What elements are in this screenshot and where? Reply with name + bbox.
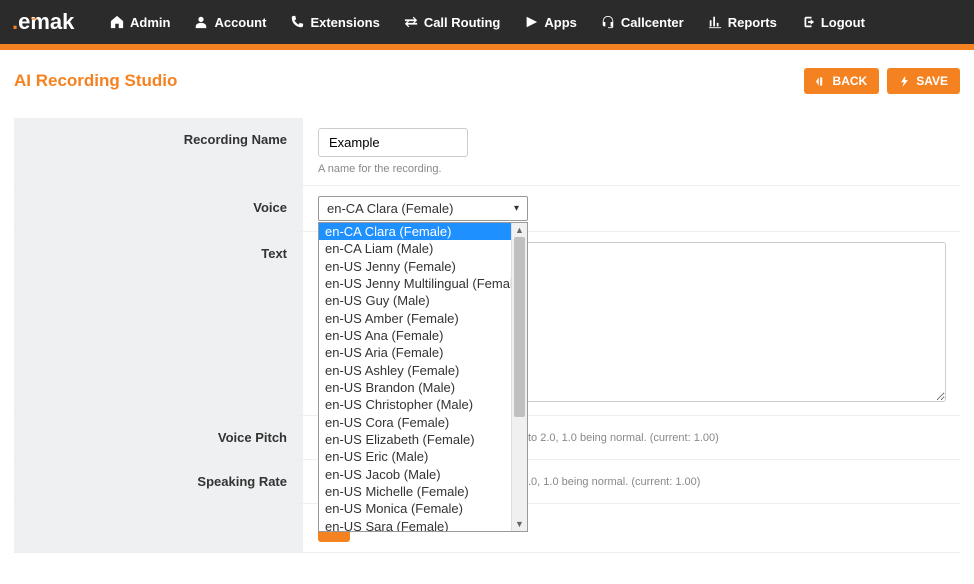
nav-account[interactable]: Account <box>184 9 276 36</box>
voice-option[interactable]: en-US Cora (Female) <box>319 414 511 431</box>
voice-option[interactable]: en-US Sara (Female) <box>319 518 511 531</box>
phone-icon <box>290 15 304 29</box>
voice-selected-value: en-CA Clara (Female) <box>327 201 453 216</box>
user-icon <box>194 15 208 29</box>
nav-logout[interactable]: Logout <box>791 9 875 36</box>
bolt-icon <box>899 76 910 87</box>
top-navbar: .emak ⌣ AdminAccountExtensionsCall Routi… <box>0 0 974 44</box>
voice-option[interactable]: en-US Jenny (Female) <box>319 258 511 275</box>
recording-name-help: A name for the recording. <box>318 163 946 175</box>
speaking-rate-label: Speaking Rate <box>14 460 304 503</box>
page-title: AI Recording Studio <box>14 71 177 91</box>
back-icon <box>816 76 827 87</box>
voice-option[interactable]: en-US Michelle (Female) <box>319 483 511 500</box>
recording-name-input[interactable] <box>318 128 468 157</box>
recording-name-label: Recording Name <box>14 118 304 185</box>
voice-option[interactable]: en-US Christopher (Male) <box>319 396 511 413</box>
voice-option[interactable]: en-US Guy (Male) <box>319 292 511 309</box>
chevron-down-icon: ▾ <box>514 203 519 214</box>
voice-option[interactable]: en-US Monica (Female) <box>319 500 511 517</box>
voice-pitch-help: to 2.0, 1.0 being normal. (current: 1.00… <box>528 432 946 444</box>
chart-icon <box>708 15 722 29</box>
signout-icon <box>801 15 815 29</box>
voice-option[interactable]: en-US Brandon (Male) <box>319 379 511 396</box>
voice-pitch-label: Voice Pitch <box>14 416 304 459</box>
exchange-icon <box>404 15 418 29</box>
scroll-thumb[interactable] <box>514 237 525 417</box>
back-button[interactable]: BACK <box>804 68 880 94</box>
speaking-rate-help: .0, 1.0 being normal. (current: 1.00) <box>528 476 946 488</box>
home-icon <box>110 15 124 29</box>
nav-apps[interactable]: Apps <box>514 9 587 36</box>
voice-option[interactable]: en-US Amber (Female) <box>319 310 511 327</box>
voice-option[interactable]: en-CA Clara (Female) <box>319 223 511 240</box>
page-header: AI Recording Studio BACK SAVE <box>14 68 960 94</box>
voice-select[interactable]: en-CA Clara (Female) ▾ <box>318 196 528 221</box>
nav-callrouting[interactable]: Call Routing <box>394 9 511 36</box>
text-label: Text <box>14 232 304 415</box>
voice-option[interactable]: en-US Eric (Male) <box>319 448 511 465</box>
voice-dropdown-list[interactable]: en-CA Clara (Female)en-CA Liam (Male)en-… <box>319 223 511 531</box>
nav-extensions[interactable]: Extensions <box>280 9 389 36</box>
voice-option[interactable]: en-US Jacob (Male) <box>319 466 511 483</box>
voice-option[interactable]: en-US Jenny Multilingual (Female) <box>319 275 511 292</box>
nav-items: AdminAccountExtensionsCall RoutingAppsCa… <box>100 9 875 36</box>
nav-reports[interactable]: Reports <box>698 9 787 36</box>
voice-option[interactable]: en-US Elizabeth (Female) <box>319 431 511 448</box>
voice-option[interactable]: en-US Aria (Female) <box>319 344 511 361</box>
voice-option[interactable]: en-CA Liam (Male) <box>319 240 511 257</box>
voice-label: Voice <box>14 186 304 231</box>
play-icon <box>524 15 538 29</box>
headset-icon <box>601 15 615 29</box>
play-row-label <box>14 504 304 552</box>
scroll-down-icon[interactable]: ▼ <box>512 517 527 531</box>
voice-option[interactable]: en-US Ashley (Female) <box>319 362 511 379</box>
voice-option[interactable]: en-US Ana (Female) <box>319 327 511 344</box>
scroll-up-icon[interactable]: ▲ <box>512 223 527 237</box>
voice-dropdown: en-CA Clara (Female)en-CA Liam (Male)en-… <box>318 222 528 532</box>
nav-admin[interactable]: Admin <box>100 9 180 36</box>
brand-logo: .emak ⌣ <box>12 9 80 35</box>
nav-callcenter[interactable]: Callcenter <box>591 9 694 36</box>
voice-scrollbar[interactable]: ▲ ▼ <box>511 223 527 531</box>
save-button[interactable]: SAVE <box>887 68 960 94</box>
